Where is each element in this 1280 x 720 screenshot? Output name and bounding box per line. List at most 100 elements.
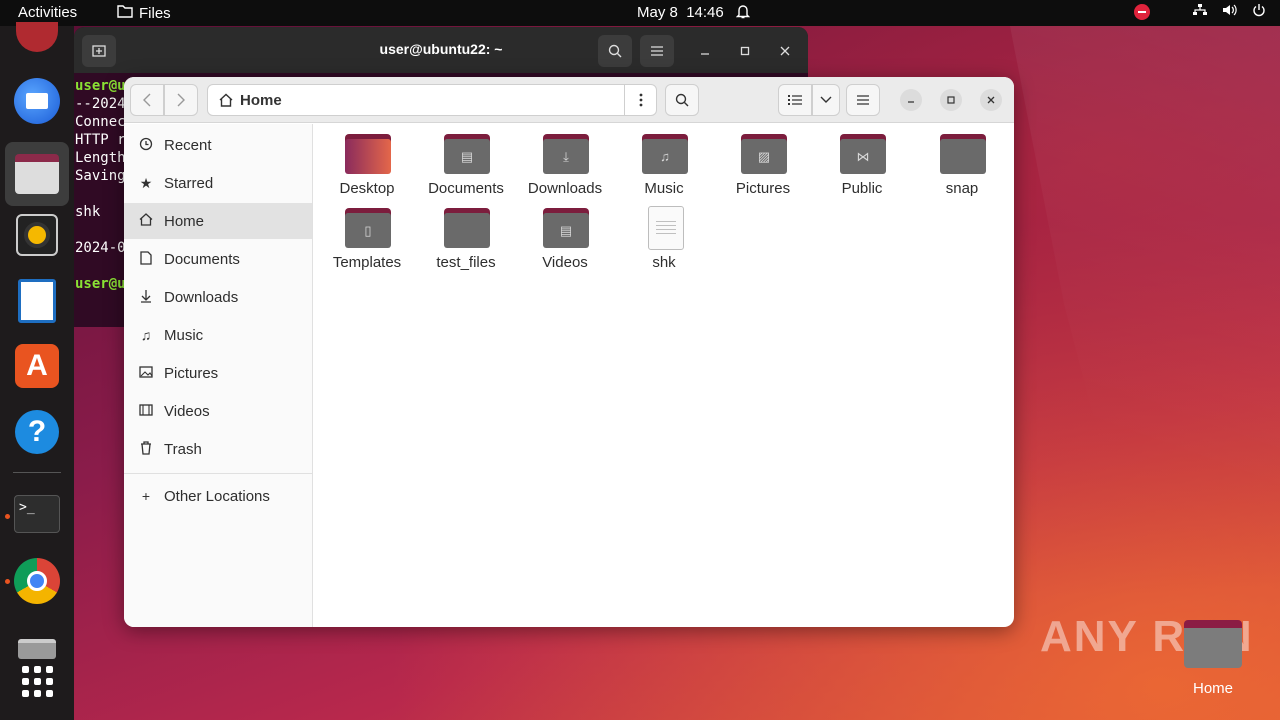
system-tray[interactable] xyxy=(1134,3,1266,20)
list-view-icon xyxy=(788,95,802,105)
sidebar-item-starred[interactable]: ★ Starred xyxy=(124,165,312,201)
desktop-home-label: Home xyxy=(1192,680,1233,697)
dock-chrome[interactable] xyxy=(12,556,62,606)
file-item-test-files[interactable]: test_files xyxy=(416,198,516,272)
location-bar[interactable]: Home xyxy=(207,84,657,116)
file-item-videos[interactable]: ▤ Videos xyxy=(515,198,615,272)
file-item-label: Desktop xyxy=(339,180,395,197)
dock-help[interactable]: ? xyxy=(12,407,62,457)
folder-icon xyxy=(117,4,133,22)
file-item-snap[interactable]: snap xyxy=(912,124,1012,198)
app-menu[interactable]: Files xyxy=(117,4,171,22)
public-folder-icon: ⋈ xyxy=(840,134,886,174)
file-item-label: Downloads xyxy=(527,180,603,197)
sidebar-item-videos[interactable]: Videos xyxy=(124,393,312,429)
do-not-disturb-icon[interactable] xyxy=(1134,3,1150,20)
files-maximize-button[interactable] xyxy=(940,89,962,111)
video-icon xyxy=(138,403,154,419)
file-item-label: Music xyxy=(644,180,684,197)
sidebar-item-label: Downloads xyxy=(164,288,239,306)
minimize-icon xyxy=(908,101,914,103)
sidebar-item-label: Documents xyxy=(164,250,240,268)
help-icon: ? xyxy=(15,410,59,454)
sidebar-item-trash[interactable]: Trash xyxy=(124,431,312,467)
file-item-templates[interactable]: ▯ Templates xyxy=(317,198,417,272)
close-icon xyxy=(780,46,790,56)
text-file-icon xyxy=(648,206,684,250)
files-search-button[interactable] xyxy=(665,84,699,116)
terminal-line: 2024-0 xyxy=(75,240,126,256)
location-menu-button[interactable] xyxy=(624,84,657,116)
sidebar-item-label: Music xyxy=(164,326,204,344)
terminal-icon: >_ xyxy=(14,495,60,533)
files-minimize-button[interactable] xyxy=(900,89,922,111)
downloads-folder-icon: ⤓ xyxy=(543,134,589,174)
clock-icon xyxy=(138,137,154,154)
maximize-icon xyxy=(740,46,750,56)
terminal-search-button[interactable] xyxy=(598,35,632,67)
file-item-public[interactable]: ⋈ Public xyxy=(812,124,912,198)
terminal-minimize-button[interactable] xyxy=(693,39,717,63)
file-item-desktop[interactable]: Desktop xyxy=(317,124,417,198)
terminal-maximize-button[interactable] xyxy=(733,39,757,63)
files-close-button[interactable] xyxy=(980,89,1002,111)
view-options-button[interactable] xyxy=(812,84,840,116)
clock-date: May 8 xyxy=(637,4,678,21)
files-menu-button[interactable] xyxy=(846,84,880,116)
file-item-documents[interactable]: ▤ Documents xyxy=(416,124,516,198)
home-icon xyxy=(138,213,154,229)
show-apps-button[interactable] xyxy=(12,656,62,706)
file-item-pictures[interactable]: ▨ Pictures xyxy=(713,124,813,198)
file-item-label: snap xyxy=(945,180,979,197)
sidebar-item-music[interactable]: ♫ Music xyxy=(124,317,312,353)
terminal-menu-button[interactable] xyxy=(640,35,674,67)
files-window[interactable]: Home Recent ★ Starred Home Documents Dow… xyxy=(124,77,1014,627)
dock-terminal[interactable]: >_ xyxy=(12,489,62,539)
terminal-line: user@u xyxy=(75,276,126,292)
forward-button[interactable] xyxy=(164,84,198,116)
clock[interactable]: May 8 14:46 xyxy=(637,4,724,21)
sidebar-item-label: Pictures xyxy=(164,364,219,382)
terminal-line: shk xyxy=(75,204,101,220)
file-item-music[interactable]: ♫ Music xyxy=(614,124,714,198)
file-item-label: shk xyxy=(652,254,676,271)
dock-app-center[interactable]: A xyxy=(12,341,62,391)
sidebar-item-other-locations[interactable]: + Other Locations xyxy=(124,478,312,514)
network-icon[interactable] xyxy=(1192,3,1208,20)
terminal-close-button[interactable] xyxy=(773,39,797,63)
places-sidebar: Recent ★ Starred Home Documents Download… xyxy=(124,124,313,627)
terminal-header: user@ubuntu22: ~ xyxy=(74,27,808,73)
dock-thunderbird[interactable] xyxy=(12,76,62,126)
desktop-home-icon[interactable]: Home xyxy=(1183,620,1243,710)
terminal-line: --2024 xyxy=(75,96,126,112)
close-icon xyxy=(987,96,995,104)
file-item-shk[interactable]: shk xyxy=(614,198,714,272)
dock-app-top[interactable] xyxy=(12,12,62,62)
dock: A ? >_ xyxy=(0,22,74,720)
dock-writer[interactable] xyxy=(12,276,62,326)
top-bar: Activities Files May 8 14:46 xyxy=(0,0,1280,26)
list-view-button[interactable] xyxy=(778,84,812,116)
dock-files[interactable] xyxy=(5,142,69,206)
power-icon[interactable] xyxy=(1252,3,1266,20)
sidebar-item-home[interactable]: Home xyxy=(124,203,312,239)
plus-icon: + xyxy=(141,488,151,504)
rhythmbox-icon xyxy=(16,214,58,256)
file-item-label: Pictures xyxy=(735,180,791,197)
folder-icon xyxy=(940,134,986,174)
file-item-downloads[interactable]: ⤓ Downloads xyxy=(515,124,615,198)
notification-bell-icon[interactable] xyxy=(735,4,751,22)
sidebar-item-pictures[interactable]: Pictures xyxy=(124,355,312,391)
sidebar-item-downloads[interactable]: Downloads xyxy=(124,279,312,315)
file-item-label: Public xyxy=(841,180,883,197)
app-center-icon: A xyxy=(15,344,59,388)
documents-folder-icon: ▤ xyxy=(444,134,490,174)
volume-icon[interactable] xyxy=(1222,3,1238,20)
back-button[interactable] xyxy=(130,84,164,116)
sidebar-item-label: Videos xyxy=(164,402,210,420)
sidebar-item-documents[interactable]: Documents xyxy=(124,241,312,277)
sidebar-divider xyxy=(124,473,312,474)
dock-rhythmbox[interactable] xyxy=(12,210,62,260)
folder-icon xyxy=(444,208,490,248)
sidebar-item-recent[interactable]: Recent xyxy=(124,127,312,163)
